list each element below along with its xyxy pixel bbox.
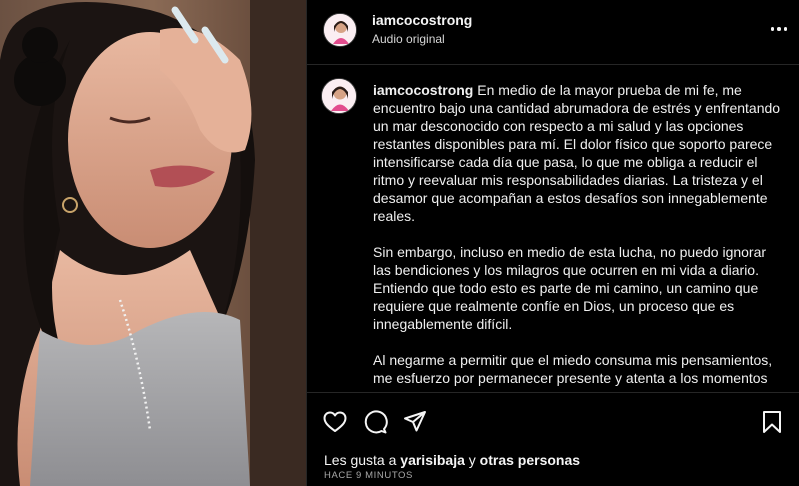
likes-prefix: Les gusta a <box>324 452 397 468</box>
post-side-panel: iamcocostrong Audio original iamcocostro… <box>306 0 799 486</box>
post-media[interactable] <box>0 0 306 486</box>
author-avatar[interactable] <box>323 13 357 47</box>
audio-label[interactable]: Audio original <box>372 32 445 46</box>
caption-text: iamcocostrong En medio de la mayor prueb… <box>373 81 783 392</box>
heart-icon[interactable] <box>322 409 348 435</box>
more-options-icon[interactable] <box>768 20 790 38</box>
author-username[interactable]: iamcocostrong <box>372 12 472 28</box>
post-timestamp[interactable]: HACE 9 MINUTOS <box>324 470 413 481</box>
post-actions: Les gusta a yarisibaja y otras personas … <box>307 392 799 486</box>
post-photo <box>0 0 306 486</box>
caption-avatar[interactable] <box>321 78 357 114</box>
share-icon[interactable] <box>402 409 428 435</box>
liker-username[interactable]: yarisibaja <box>400 452 465 468</box>
bookmark-icon[interactable] <box>759 409 785 435</box>
others-link[interactable]: otras personas <box>480 452 580 468</box>
likes-joiner: y <box>468 452 476 468</box>
instagram-post: iamcocostrong Audio original iamcocostro… <box>0 0 799 486</box>
caption-paragraph: Al negarme a permitir que el miedo consu… <box>373 352 773 386</box>
post-header: iamcocostrong Audio original <box>307 0 799 65</box>
caption-section: iamcocostrong En medio de la mayor prueb… <box>307 66 799 392</box>
likes-summary: Les gusta a yarisibaja y otras personas <box>324 452 580 468</box>
caption-paragraph: Sin embargo, incluso en medio de esta lu… <box>373 244 767 332</box>
comment-icon[interactable] <box>362 409 388 435</box>
caption-username[interactable]: iamcocostrong <box>373 82 473 98</box>
caption-paragraph: iamcocostrong En medio de la mayor prueb… <box>373 81 783 225</box>
caption-body: En medio de la mayor prueba de mi fe, me… <box>373 82 781 224</box>
